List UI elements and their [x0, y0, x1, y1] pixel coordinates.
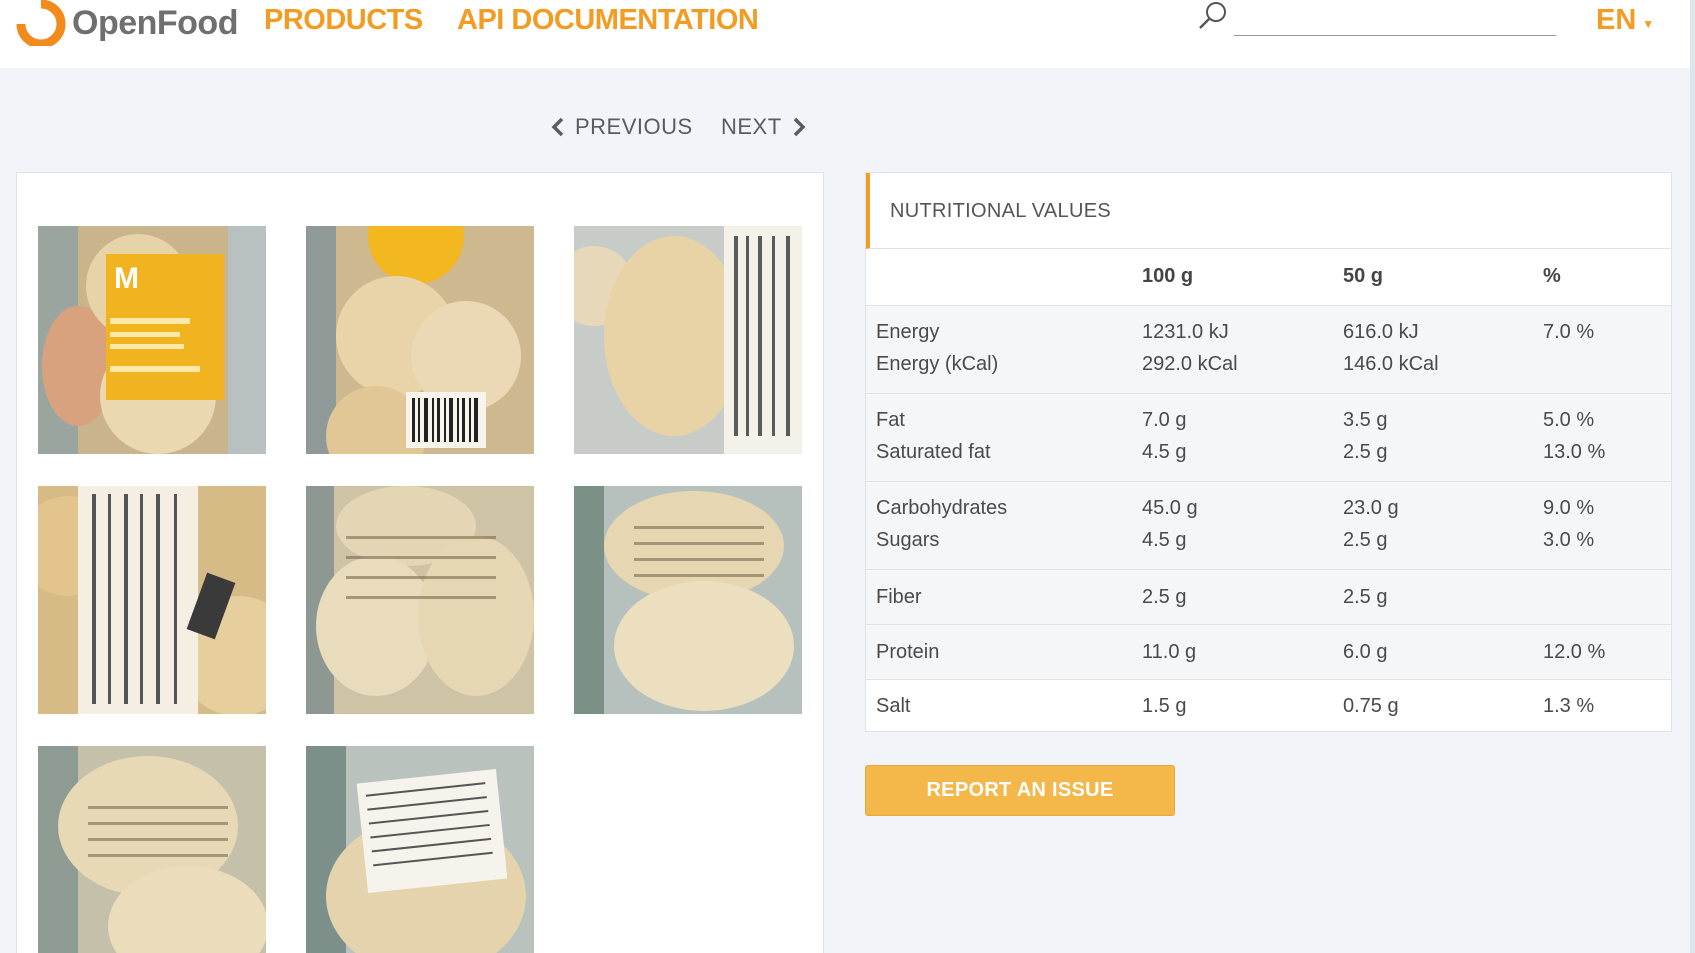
value-100g: 1.5 g — [1142, 695, 1187, 717]
product-image-thumbnail[interactable] — [38, 486, 266, 714]
column-header-50g: 50 g — [1343, 265, 1384, 287]
value-percent: 5.0 % — [1543, 409, 1595, 431]
nutrient-name: Saturated fat — [876, 441, 991, 463]
table-row: Fiber 2.5 g 2.5 g — [866, 569, 1671, 624]
chevron-right-icon — [793, 117, 806, 137]
nutritional-values-panel: NUTRITIONAL VALUES 100 g 50 g % Energy 1… — [865, 172, 1672, 732]
product-image-thumbnail[interactable] — [306, 746, 534, 953]
value-100g: 292.0 kCal — [1142, 353, 1238, 375]
value-100g: 4.5 g — [1142, 529, 1187, 551]
value-100g: 2.5 g — [1142, 586, 1187, 608]
column-header-100g: 100 g — [1142, 265, 1194, 287]
product-image-thumbnail[interactable]: M — [38, 226, 266, 454]
value-percent: 12.0 % — [1543, 641, 1606, 663]
nutrient-name: Fiber — [876, 586, 922, 608]
product-photo-label-ingredients — [38, 486, 266, 714]
value-50g: 0.75 g — [1343, 695, 1399, 717]
value-percent: 9.0 % — [1543, 497, 1595, 519]
table-row: Salt 1.5 g 0.75 g 1.3 % — [866, 679, 1671, 731]
value-50g: 3.5 g — [1343, 409, 1388, 431]
value-100g: 45.0 g — [1142, 497, 1198, 519]
table-row: Fat 7.0 g 3.5 g 5.0 % Saturated fat 4.5 … — [866, 393, 1671, 481]
report-issue-button[interactable]: REPORT AN ISSUE — [865, 765, 1175, 816]
previous-label: PREVIOUS — [575, 114, 693, 139]
search-input[interactable] — [1234, 4, 1556, 36]
page-edge-divider — [1690, 0, 1695, 953]
value-50g: 23.0 g — [1343, 497, 1399, 519]
next-button[interactable]: NEXT — [721, 114, 806, 140]
value-percent: 1.3 % — [1543, 695, 1595, 717]
language-label: EN — [1596, 4, 1637, 36]
language-selector[interactable]: EN ▼ — [1596, 4, 1654, 37]
value-percent: 3.0 % — [1543, 529, 1595, 551]
value-percent: 13.0 % — [1543, 441, 1606, 463]
value-50g: 146.0 kCal — [1343, 353, 1439, 375]
openfood-logo-icon — [16, 0, 66, 46]
nutrient-name: Protein — [876, 641, 940, 663]
product-image-thumbnail[interactable] — [38, 746, 266, 953]
value-100g: 7.0 g — [1142, 409, 1187, 431]
nutrition-panel-header: NUTRITIONAL VALUES — [866, 173, 1671, 249]
brand-logo[interactable]: OpenFood — [14, 0, 238, 46]
product-photo-front: M — [38, 226, 266, 454]
value-100g: 1231.0 kJ — [1142, 321, 1229, 343]
nutrient-name: Energy — [876, 321, 940, 343]
product-photo-nutrition-label — [306, 746, 534, 953]
table-row: Energy 1231.0 kJ 616.0 kJ 7.0 % Energy (… — [866, 305, 1671, 393]
value-50g: 2.5 g — [1343, 586, 1388, 608]
nutrient-name: Sugars — [876, 529, 940, 551]
nav-api-documentation-link[interactable]: API DOCUMENTATION — [457, 4, 759, 37]
table-row: Carbohydrates 45.0 g 23.0 g 9.0 % Sugars… — [866, 481, 1671, 569]
product-image-thumbnail[interactable] — [574, 486, 802, 714]
search-icon[interactable] — [1196, 0, 1230, 30]
next-label: NEXT — [721, 114, 782, 139]
product-image-gallery: M — [16, 172, 824, 953]
svg-text:M: M — [114, 262, 139, 295]
nutrition-title: NUTRITIONAL VALUES — [890, 200, 1111, 222]
product-image-thumbnail[interactable] — [574, 226, 802, 454]
nutrient-name: Carbohydrates — [876, 497, 1008, 519]
brand-name: OpenFood — [72, 3, 238, 42]
caret-down-icon: ▼ — [1642, 16, 1655, 31]
top-header: OpenFood PRODUCTS API DOCUMENTATION EN ▼ — [0, 0, 1695, 68]
table-row: Protein 11.0 g 6.0 g 12.0 % — [866, 624, 1671, 679]
value-100g: 4.5 g — [1142, 441, 1187, 463]
value-50g: 6.0 g — [1343, 641, 1388, 663]
product-image-thumbnail[interactable] — [306, 226, 534, 454]
product-photo-package-top — [574, 486, 802, 714]
product-photo-side — [574, 226, 802, 454]
product-photo-wrapped-rolls — [306, 486, 534, 714]
chevron-left-icon — [551, 117, 564, 137]
nav-products-link[interactable]: PRODUCTS — [264, 4, 423, 37]
column-header-percent: % — [1543, 265, 1561, 287]
value-50g: 2.5 g — [1343, 441, 1388, 463]
value-100g: 11.0 g — [1142, 641, 1197, 663]
product-photo-package-bottom — [38, 746, 266, 953]
nutrient-name: Energy (kCal) — [876, 353, 999, 375]
nutrient-name: Salt — [876, 695, 911, 717]
value-50g: 2.5 g — [1343, 529, 1388, 551]
value-50g: 616.0 kJ — [1343, 321, 1419, 343]
product-image-thumbnail[interactable] — [306, 486, 534, 714]
value-percent: 7.0 % — [1543, 321, 1595, 343]
product-photo-back — [306, 226, 534, 454]
nutrient-name: Fat — [876, 409, 905, 431]
previous-button[interactable]: PREVIOUS — [551, 114, 693, 140]
